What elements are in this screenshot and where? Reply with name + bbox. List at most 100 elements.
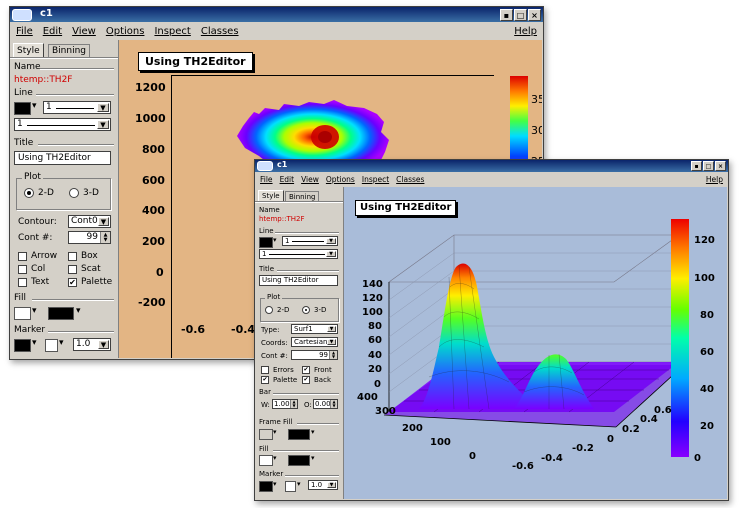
menu-bar: File Edit View Options Inspect Classes H…	[10, 23, 543, 39]
plot-2d-radio[interactable]: 2-D	[24, 188, 54, 198]
arrow-checkbox[interactable]: Arrow	[18, 251, 57, 261]
title-field[interactable]: Using TH2Editor	[259, 275, 338, 286]
contour-label: Contour:	[18, 217, 57, 227]
menu-inspect[interactable]: Inspect	[362, 175, 389, 184]
line-color-swatch[interactable]	[14, 102, 31, 115]
marker-size-combo[interactable]: 1.0 ▼	[308, 480, 338, 490]
scat-checkbox[interactable]: Scat	[68, 264, 101, 274]
text-checkbox[interactable]: Text	[18, 277, 49, 287]
chevron-down-icon[interactable]: ▼	[326, 251, 336, 257]
chevron-down-icon[interactable]: ▼	[327, 339, 336, 345]
chevron-down-icon[interactable]: ▼	[326, 238, 336, 244]
tab-style[interactable]: Style	[13, 43, 44, 58]
type-combo[interactable]: Surf1 ▼	[291, 324, 338, 334]
cont-count-label: Cont #:	[261, 352, 288, 360]
menu-options[interactable]: Options	[106, 26, 145, 37]
dropdown-arrow-icon: ▾	[32, 306, 37, 316]
front-checkbox[interactable]: ✔ Front	[302, 366, 332, 374]
plot-label: Plot	[265, 293, 283, 301]
menu-edit[interactable]: Edit	[280, 175, 295, 184]
menu-edit[interactable]: Edit	[43, 26, 62, 37]
menu-view[interactable]: View	[72, 26, 96, 37]
minimize-button[interactable]: ▪	[500, 9, 513, 21]
cont-count-field[interactable]: 99 ▲ ▼	[291, 350, 338, 360]
chevron-down-icon[interactable]: ▼	[98, 340, 109, 349]
maximize-button[interactable]: □	[703, 161, 714, 171]
box-checkbox[interactable]: Box	[68, 251, 98, 261]
frame-fill-pattern-swatch[interactable]	[288, 429, 310, 440]
window-titlebar[interactable]: c1 ▪ □ ×	[10, 7, 543, 22]
maximize-button[interactable]: □	[514, 9, 527, 21]
marker-size-combo[interactable]: 1.0 ▼	[73, 338, 111, 351]
canvas-3d[interactable]: Using TH2Editor 140 120 100 80 60 40 20 …	[344, 187, 727, 499]
surface-plot	[383, 219, 689, 457]
title-field[interactable]: Using TH2Editor	[14, 151, 111, 165]
bar-label: Bar	[259, 388, 271, 396]
frame-fill-color-swatch[interactable]	[259, 429, 273, 440]
minimize-button[interactable]: ▪	[691, 161, 702, 171]
fill-color-swatch[interactable]	[259, 455, 273, 466]
window-title: c1	[40, 8, 53, 19]
plot-3d-radio[interactable]: 3-D	[302, 306, 326, 314]
ged-editor-panel: Style Binning Name htemp::TH2F Line ▾ 1 …	[10, 40, 119, 358]
chevron-down-icon[interactable]: ▼	[97, 120, 109, 129]
spinner-arrows-icon[interactable]: ▲ ▼	[100, 232, 110, 243]
window-title: c1	[277, 160, 288, 169]
menu-help[interactable]: Help	[514, 26, 537, 37]
close-button[interactable]: ×	[715, 161, 726, 171]
close-button[interactable]: ×	[528, 9, 541, 21]
chevron-down-icon[interactable]: ▼	[97, 103, 109, 112]
chevron-down-icon[interactable]: ▼	[327, 482, 336, 488]
line-style-combo[interactable]: 1 ▼	[14, 118, 111, 131]
line-width-combo[interactable]: 1 ▼	[43, 101, 111, 114]
plot-3d-radio[interactable]: 3-D	[69, 188, 99, 198]
ged-editor-panel: Style Binning Name htemp::TH2F Line ▾ 1 …	[255, 187, 344, 499]
palette-checkbox[interactable]: ✔ Palette	[68, 277, 112, 287]
bar-offset-field[interactable]: 0.00 ▲ ▼	[313, 399, 338, 409]
chevron-down-icon[interactable]: ▼	[98, 217, 109, 226]
menu-file[interactable]: File	[16, 26, 33, 37]
title-label: Title	[259, 265, 275, 273]
tab-binning[interactable]: Binning	[48, 44, 91, 58]
spinner-arrows-icon[interactable]: ▲ ▼	[329, 351, 337, 359]
menu-inspect[interactable]: Inspect	[154, 26, 190, 37]
fill-pattern-swatch[interactable]	[288, 455, 310, 466]
col-checkbox[interactable]: Col	[18, 264, 45, 274]
cont-count-field[interactable]: 99 ▲ ▼	[68, 231, 111, 244]
marker-label: Marker	[14, 325, 46, 335]
spinner-arrows-icon[interactable]: ▲ ▼	[290, 400, 297, 408]
bar-width-field[interactable]: 1.00 ▲ ▼	[272, 399, 298, 409]
dropdown-arrow-icon: ▾	[273, 236, 277, 244]
coords-label: Coords:	[261, 339, 288, 347]
dropdown-arrow-icon: ▾	[273, 480, 277, 488]
contour-combo[interactable]: Cont0 ▼	[68, 215, 111, 228]
fill-color-swatch[interactable]	[14, 307, 31, 320]
menu-view[interactable]: View	[301, 175, 319, 184]
menu-help[interactable]: Help	[706, 175, 723, 184]
menu-classes[interactable]: Classes	[201, 26, 239, 37]
menu-file[interactable]: File	[260, 175, 273, 184]
canvas-window-front: c1 ▪ □ × File Edit View Options Inspect …	[254, 159, 729, 501]
window-titlebar[interactable]: c1 ▪ □ ×	[255, 160, 728, 172]
name-label: Name	[259, 206, 280, 214]
marker-color-swatch[interactable]	[14, 339, 31, 352]
coords-combo[interactable]: Cartesian ▼	[291, 337, 338, 347]
menu-classes[interactable]: Classes	[396, 175, 424, 184]
menu-options[interactable]: Options	[326, 175, 355, 184]
dropdown-arrow-icon: ▾	[297, 480, 301, 488]
errors-checkbox[interactable]: Errors	[261, 366, 294, 374]
plot-2d-radio[interactable]: 2-D	[265, 306, 289, 314]
marker-color-swatch[interactable]	[259, 481, 273, 492]
line-width-combo[interactable]: 1 ▼	[282, 236, 338, 246]
marker-style-swatch[interactable]	[285, 481, 296, 492]
back-checkbox[interactable]: ✔ Back	[302, 376, 331, 384]
line-color-swatch[interactable]	[259, 237, 273, 248]
marker-style-swatch[interactable]	[45, 339, 58, 352]
fill-pattern-swatch[interactable]	[48, 307, 74, 320]
type-label: Type:	[261, 326, 280, 334]
palette-tick: 300	[531, 124, 542, 137]
palette-checkbox[interactable]: ✔ Palette	[261, 376, 297, 384]
chevron-down-icon[interactable]: ▼	[327, 326, 336, 332]
line-style-combo[interactable]: 1 ▼	[259, 249, 338, 259]
spinner-arrows-icon[interactable]: ▲ ▼	[330, 400, 337, 408]
